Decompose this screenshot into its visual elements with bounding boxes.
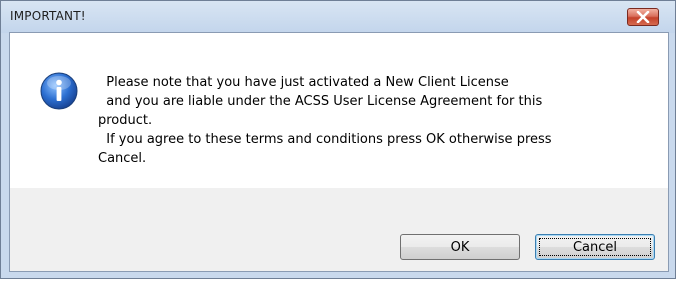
message-area: Please note that you have just activated…	[10, 33, 668, 188]
dialog-title: IMPORTANT!	[10, 9, 86, 23]
ok-button[interactable]: OK	[400, 234, 520, 260]
title-bar[interactable]: IMPORTANT!	[1, 1, 675, 33]
dialog-window: IMPORTANT! Please note that you have jus…	[0, 0, 676, 279]
dialog-client-area: Please note that you have just activated…	[9, 32, 669, 272]
close-button[interactable]	[627, 8, 659, 26]
ok-button-label: OK	[450, 239, 470, 255]
cancel-button[interactable]: Cancel	[535, 234, 655, 260]
dialog-message: Please note that you have just activated…	[98, 75, 552, 166]
close-icon	[636, 11, 650, 23]
info-icon	[40, 72, 78, 110]
focus-ring	[539, 238, 651, 256]
